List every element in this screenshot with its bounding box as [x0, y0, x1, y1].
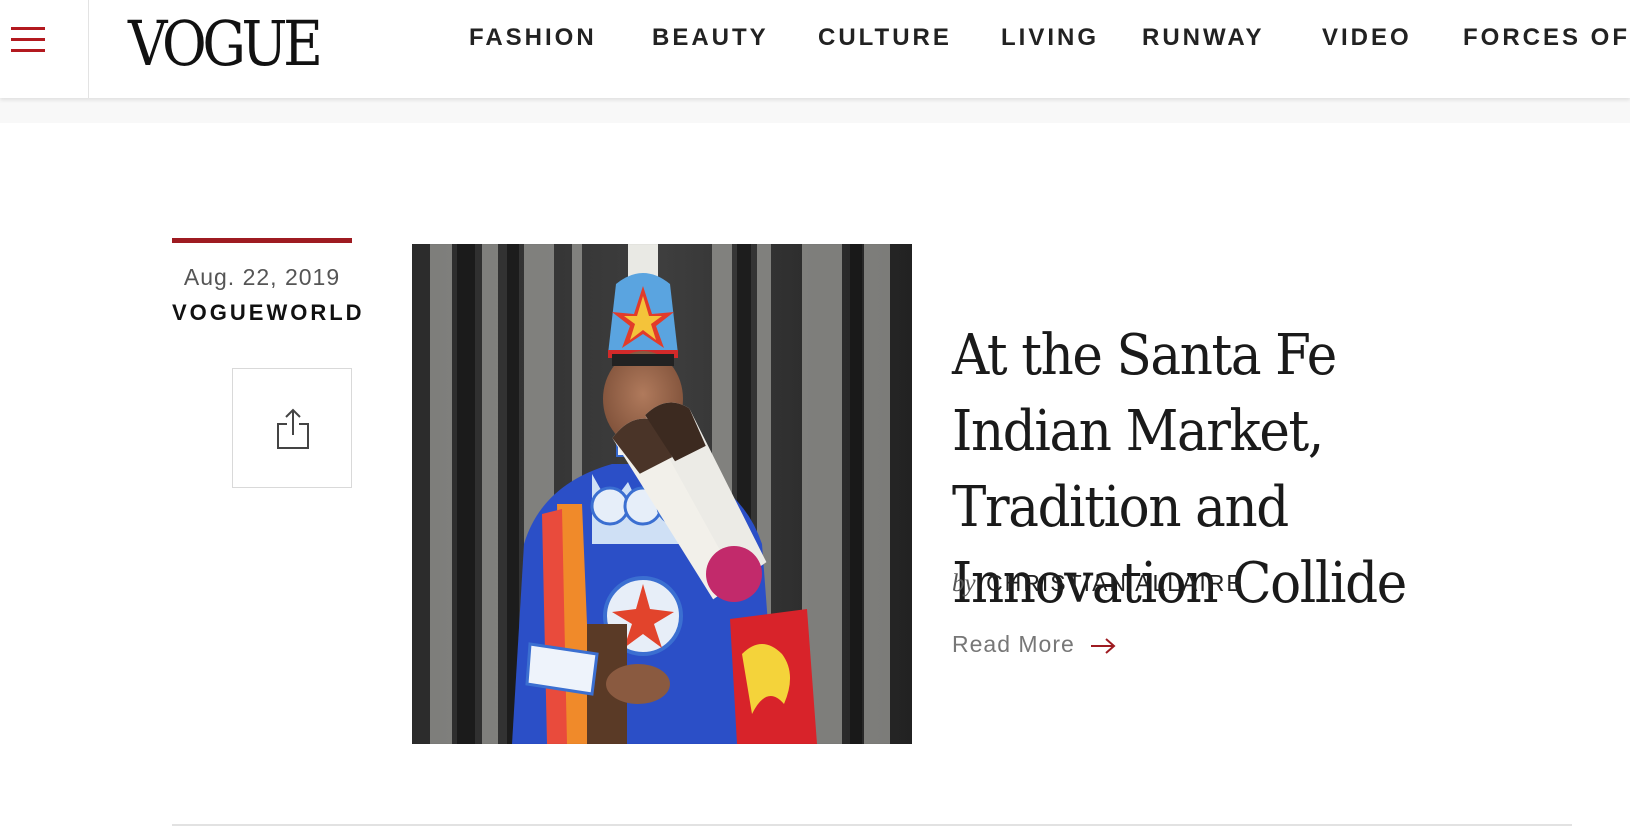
- hamburger-menu-icon: [11, 38, 45, 41]
- read-more-link[interactable]: Read More: [952, 631, 1116, 658]
- article-category-link[interactable]: VOGUEWORLD: [172, 300, 362, 326]
- hamburger-menu-icon: [11, 27, 45, 30]
- arrow-right-icon: [1091, 638, 1116, 654]
- nav-item-living[interactable]: LIVING: [1001, 24, 1099, 52]
- nav-item-forces-of[interactable]: FORCES OF: [1463, 24, 1630, 52]
- article-byline: by CHRISTIAN ALLAIRE: [952, 570, 1244, 598]
- author-link[interactable]: CHRISTIAN ALLAIRE: [986, 570, 1244, 596]
- share-button[interactable]: [232, 368, 352, 488]
- article-date: Aug. 22, 2019: [183, 264, 341, 290]
- article-hero-image[interactable]: [412, 244, 912, 744]
- nav-item-runway[interactable]: RUNWAY: [1142, 24, 1264, 52]
- hamburger-menu-icon: [11, 49, 45, 52]
- site-header: VOGUE FASHION BEAUTY CULTURE LIVING RUNW…: [0, 0, 1630, 98]
- accent-rule: [172, 238, 352, 243]
- nav-item-culture[interactable]: CULTURE: [818, 24, 952, 52]
- hero-photo: [412, 244, 912, 744]
- byline-prefix: by: [952, 570, 976, 597]
- nav-item-video[interactable]: VIDEO: [1322, 24, 1412, 52]
- section-divider: [172, 824, 1572, 826]
- hamburger-menu-button[interactable]: [0, 0, 89, 98]
- share-icon: [277, 408, 309, 449]
- read-more-label: Read More: [952, 631, 1075, 657]
- nav-item-fashion[interactable]: FASHION: [469, 24, 597, 52]
- vogue-logo[interactable]: VOGUE: [128, 4, 323, 84]
- header-shadow-band: [0, 98, 1630, 123]
- nav-item-beauty[interactable]: BEAUTY: [652, 24, 769, 52]
